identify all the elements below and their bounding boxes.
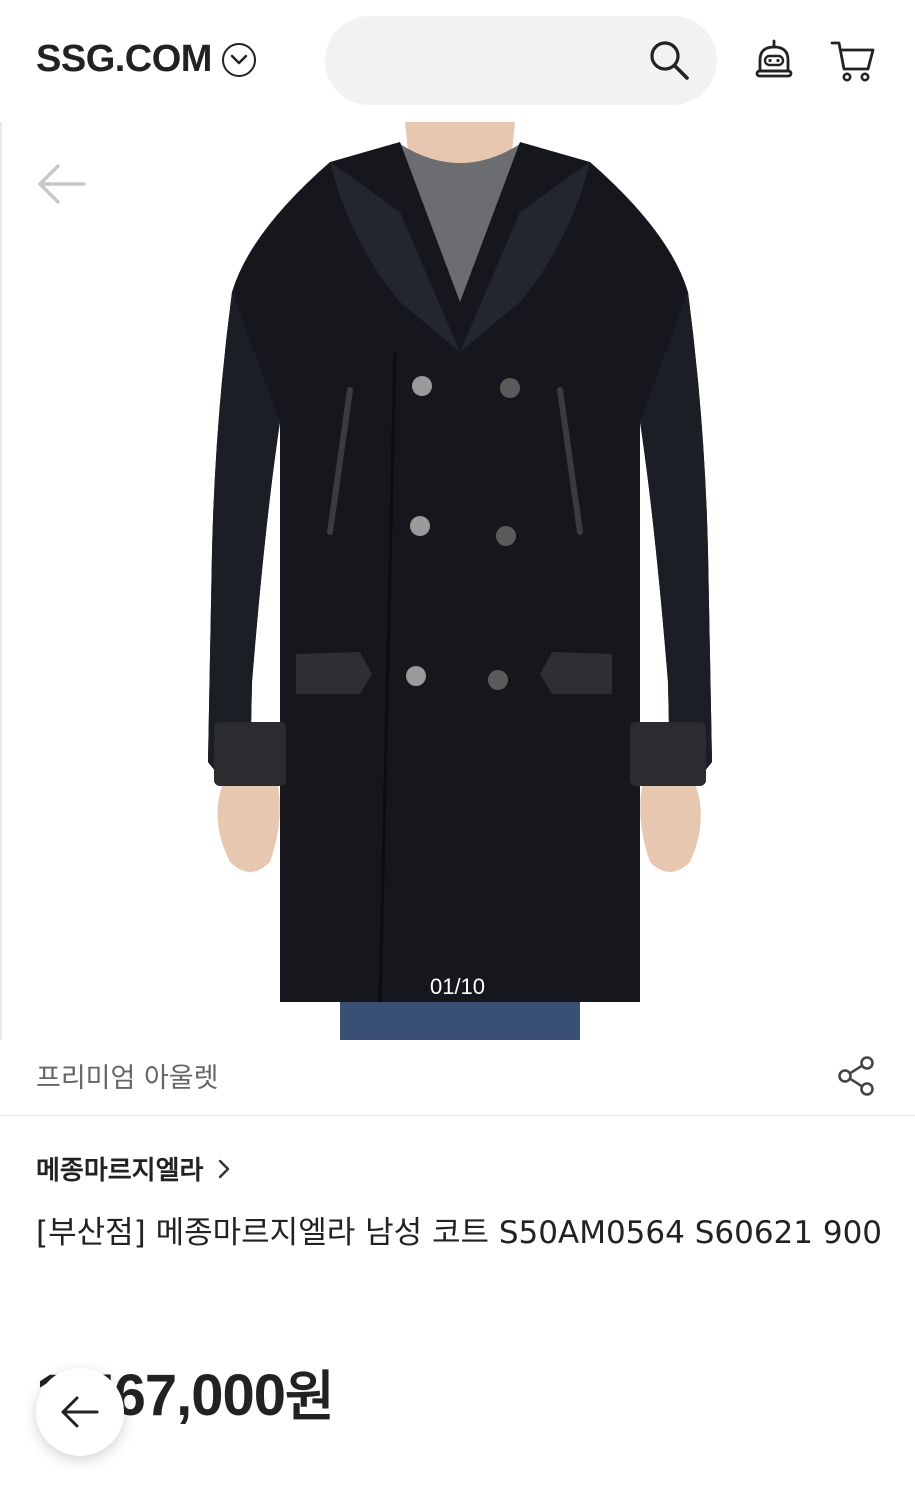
store-row: 프리미엄 아울렛 xyxy=(0,1040,915,1116)
top-header: SSG.COM xyxy=(0,0,915,122)
search-input[interactable] xyxy=(325,16,717,105)
arrow-left-icon xyxy=(61,1396,99,1428)
product-image-gallery[interactable]: 01/10 xyxy=(0,122,915,1040)
cart-icon[interactable] xyxy=(830,38,876,84)
price-unit: 원 xyxy=(285,1367,335,1427)
floating-back-button[interactable] xyxy=(36,1368,124,1456)
image-counter: 01/10 xyxy=(429,974,486,999)
gallery-edge xyxy=(0,122,2,1040)
brand-link[interactable]: 메종마르지엘라 xyxy=(36,1150,231,1187)
arrow-left-icon[interactable] xyxy=(36,162,88,206)
product-title: [부산점] 메종마르지엘라 남성 코트 S50AM0564 S60621 900 xyxy=(36,1215,883,1251)
chevron-down-icon[interactable] xyxy=(221,42,256,77)
chatbot-icon[interactable] xyxy=(751,38,797,84)
share-icon[interactable] xyxy=(835,1054,879,1098)
product-image-coat[interactable] xyxy=(200,122,720,1040)
store-name[interactable]: 프리미엄 아울렛 xyxy=(36,1056,218,1095)
logo-text: SSG.COM xyxy=(36,38,212,80)
search-icon[interactable] xyxy=(647,38,691,82)
logo[interactable]: SSG.COM xyxy=(36,38,256,81)
chevron-right-icon xyxy=(219,1159,230,1178)
search-field[interactable] xyxy=(353,36,633,84)
product-page: SSG.COM 01/10 프리미엄 아울렛 메종마르지엘라 [부산점] 메종마… xyxy=(0,0,915,1500)
brand-name: 메종마르지엘라 xyxy=(36,1156,204,1186)
